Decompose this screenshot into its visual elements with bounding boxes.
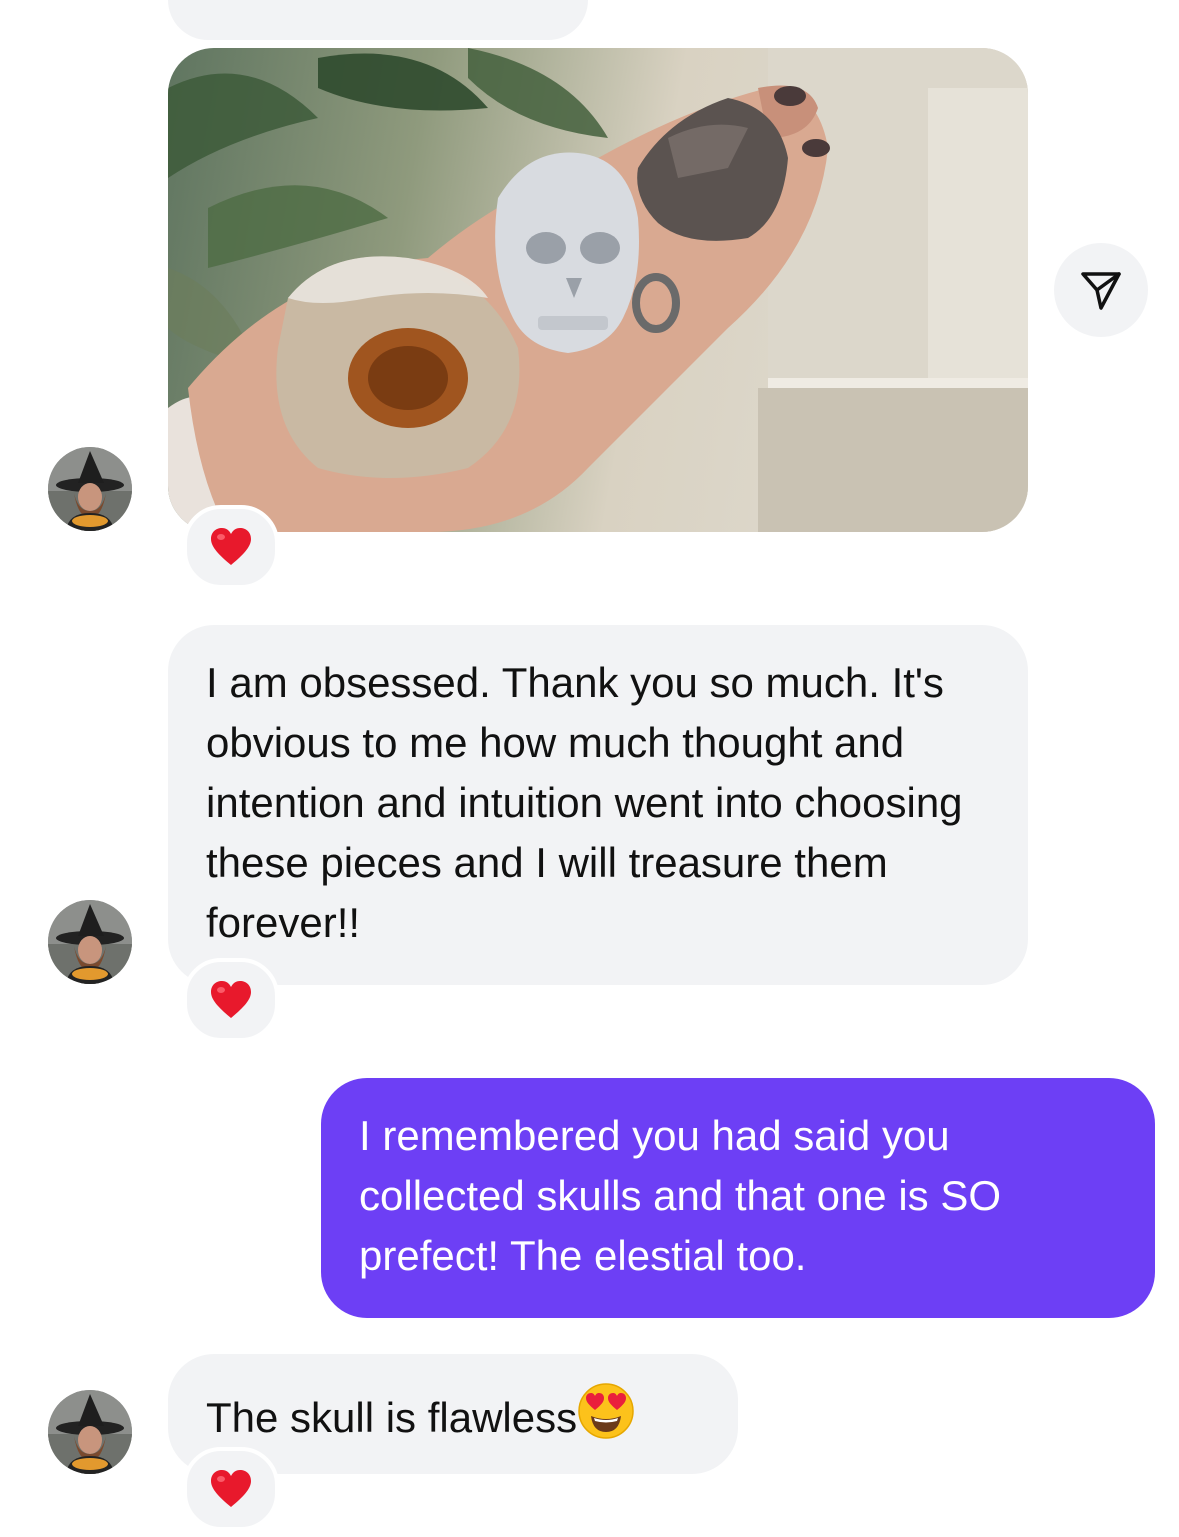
send-icon: [1081, 272, 1121, 310]
avatar-witch-image: [48, 900, 132, 984]
avatar[interactable]: [48, 447, 132, 531]
heart-reaction[interactable]: [183, 1447, 279, 1531]
message-photo[interactable]: [168, 48, 1028, 532]
heart-icon: [211, 981, 251, 1018]
heart-icon: [211, 1470, 251, 1507]
photo-crystals-in-hand: [168, 48, 1028, 532]
heart-icon: [211, 528, 251, 565]
heart-reaction[interactable]: [183, 958, 279, 1042]
avatar[interactable]: [48, 900, 132, 984]
avatar[interactable]: [48, 1390, 132, 1474]
previous-message-bubble[interactable]: [168, 0, 588, 40]
heart-eyes-emoji-icon: [578, 1383, 634, 1439]
message-bubble-incoming[interactable]: I am obsessed. Thank you so much. It's o…: [168, 625, 1028, 985]
message-bubble-outgoing[interactable]: I remembered you had said you collected …: [321, 1078, 1155, 1318]
avatar-witch-image: [48, 447, 132, 531]
heart-reaction[interactable]: [183, 505, 279, 589]
avatar-witch-image: [48, 1390, 132, 1474]
share-button[interactable]: [1054, 243, 1148, 337]
message-text: I am obsessed. Thank you so much. It's o…: [206, 659, 963, 946]
message-text: I remembered you had said you collected …: [359, 1112, 1002, 1279]
message-text: The skull is flawless: [206, 1394, 578, 1441]
